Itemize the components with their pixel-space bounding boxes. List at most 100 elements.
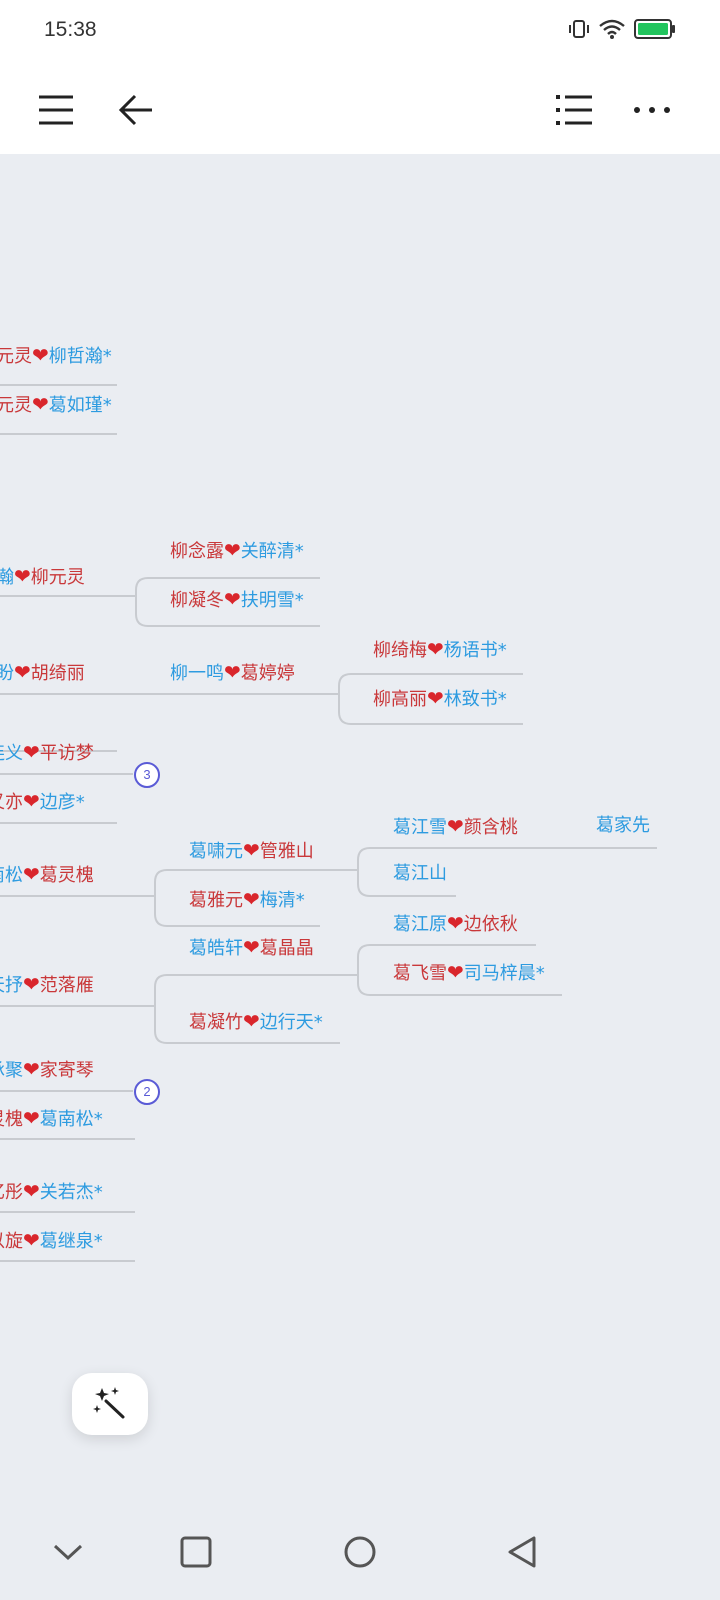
node-name-spouse: 边依秋 xyxy=(463,914,518,935)
node-name-spouse: 梅清* xyxy=(259,890,305,911)
outline-list-icon[interactable] xyxy=(546,82,602,138)
heart-icon: ❤ xyxy=(447,960,464,984)
mind-map-node[interactable]: 柳一鸣❤葛婷婷 xyxy=(170,660,295,686)
node-name-spouse: 家寄琴 xyxy=(39,1060,94,1081)
mind-map-node[interactable]: 哲盼❤胡绮丽 xyxy=(0,660,85,686)
heart-icon: ❤ xyxy=(23,972,40,996)
heart-icon: ❤ xyxy=(427,637,444,661)
node-name-primary: 葛江山 xyxy=(393,863,447,884)
mind-map-node[interactable]: 葛连义❤平访梦 xyxy=(0,740,94,766)
mind-map-node[interactable]: 葛雅元❤梅清* xyxy=(189,887,305,913)
heart-icon: ❤ xyxy=(224,538,241,562)
mind-map-node[interactable]: 柳凝冬❤扶明雪* xyxy=(170,587,304,613)
node-name-primary: 葛雅元 xyxy=(189,890,243,911)
magic-wand-icon xyxy=(93,1385,127,1423)
node-name-primary: 葛江原 xyxy=(393,914,447,935)
node-name-primary: 葛南松 xyxy=(0,865,23,886)
mind-map-node[interactable]: 葛天抒❤范落雁 xyxy=(0,972,94,998)
node-name-primary: 葛忆彤 xyxy=(0,1182,23,1203)
mind-map-node[interactable]: 哲瀚❤柳元灵 xyxy=(0,564,85,590)
heart-icon: ❤ xyxy=(447,911,464,935)
mind-map-node[interactable]: 葛又亦❤边彦* xyxy=(0,789,85,815)
node-name-spouse: 葛晶晶 xyxy=(259,938,314,959)
collapse-chevron-icon[interactable] xyxy=(44,1528,92,1576)
node-name-primary: 柳绮梅 xyxy=(373,640,427,661)
node-name-primary: 葛连义 xyxy=(0,743,23,764)
mind-map-canvas[interactable]: 元灵❤柳哲瀚* 元灵❤葛如瑾* 哲瀚❤柳元灵 柳念露❤关醉清* 柳凝冬❤扶明雪*… xyxy=(0,154,720,1502)
node-name-spouse: 平访梦 xyxy=(39,743,94,764)
mind-map-node[interactable]: 葛啸元❤管雅山 xyxy=(189,838,314,864)
node-name-primary: 柳一鸣 xyxy=(170,663,224,684)
heart-icon: ❤ xyxy=(14,660,31,684)
heart-icon: ❤ xyxy=(23,740,40,764)
node-name-spouse: 胡绮丽 xyxy=(30,663,85,684)
node-name-primary: 柳念露 xyxy=(170,541,224,562)
node-name-spouse: 葛南松* xyxy=(39,1109,103,1130)
mind-map-node[interactable]: 元灵❤葛如瑾* xyxy=(0,392,112,418)
node-name-spouse: 边行天* xyxy=(259,1012,323,1033)
battery-icon xyxy=(634,18,676,44)
mind-map-node[interactable]: 葛忆彤❤关若杰* xyxy=(0,1179,103,1205)
mind-map-node[interactable]: 葛皓轩❤葛晶晶 xyxy=(189,935,314,961)
node-name-primary: 葛灵槐 xyxy=(0,1109,23,1130)
mind-map-node[interactable]: 元灵❤柳哲瀚* xyxy=(0,343,112,369)
node-name-spouse: 柳元灵 xyxy=(30,567,85,588)
more-options-icon[interactable] xyxy=(624,82,680,138)
node-name-primary: 哲盼 xyxy=(0,663,14,684)
heart-icon: ❤ xyxy=(23,1106,40,1130)
node-name-spouse: 柳哲瀚* xyxy=(48,346,112,367)
back-arrow-icon[interactable] xyxy=(108,82,164,138)
mind-map-node[interactable]: 葛承聚❤家寄琴 xyxy=(0,1057,94,1083)
node-name-primary: 元灵 xyxy=(0,346,32,367)
node-name-spouse: 扶明雪* xyxy=(240,590,304,611)
mind-map-node[interactable]: 柳念露❤关醉清* xyxy=(170,538,304,564)
heart-icon: ❤ xyxy=(32,392,49,416)
heart-icon: ❤ xyxy=(23,1228,40,1252)
system-nav-bar xyxy=(0,1502,720,1600)
status-icons xyxy=(568,18,676,44)
heart-icon: ❤ xyxy=(23,1057,40,1081)
node-name-spouse: 范落雁 xyxy=(39,975,94,996)
mind-map-node[interactable]: 葛江山 xyxy=(393,862,447,886)
recents-square-icon[interactable] xyxy=(172,1528,220,1576)
magic-wand-button[interactable] xyxy=(72,1373,148,1435)
node-name-spouse: 葛继泉* xyxy=(39,1231,103,1252)
node-name-primary: 葛皓轩 xyxy=(189,938,243,959)
mind-map-node[interactable]: 葛凝竹❤边行天* xyxy=(189,1009,323,1035)
mind-map-node[interactable]: 葛以旋❤葛继泉* xyxy=(0,1228,103,1254)
mind-map-node[interactable]: 葛灵槐❤葛南松* xyxy=(0,1106,103,1132)
status-bar: 15:38 xyxy=(0,0,720,64)
mind-map-node[interactable]: 葛江雪❤颜含桃 xyxy=(393,814,518,840)
heart-icon: ❤ xyxy=(224,587,241,611)
heart-icon: ❤ xyxy=(243,1009,260,1033)
mind-map-node[interactable]: 葛飞雪❤司马梓晨* xyxy=(393,960,545,986)
home-circle-icon[interactable] xyxy=(336,1528,384,1576)
status-time: 15:38 xyxy=(44,18,97,41)
mind-map-node[interactable]: 柳高丽❤林致书* xyxy=(373,686,507,712)
menu-icon[interactable] xyxy=(28,82,84,138)
back-triangle-icon[interactable] xyxy=(498,1528,546,1576)
node-name-spouse: 杨语书* xyxy=(443,640,507,661)
heart-icon: ❤ xyxy=(243,887,260,911)
collapsed-children-badge[interactable]: 2 xyxy=(134,1079,160,1105)
heart-icon: ❤ xyxy=(23,789,40,813)
node-name-spouse: 关若杰* xyxy=(39,1182,103,1203)
heart-icon: ❤ xyxy=(224,660,241,684)
mind-map-node[interactable]: 柳绮梅❤杨语书* xyxy=(373,637,507,663)
mind-map-node[interactable]: 葛江原❤边依秋 xyxy=(393,911,518,937)
toolbar xyxy=(0,64,720,154)
node-name-primary: 葛啸元 xyxy=(189,841,243,862)
heart-icon: ❤ xyxy=(427,686,444,710)
node-name-spouse: 葛如瑾* xyxy=(48,395,112,416)
mind-map-node[interactable]: 葛家先 xyxy=(596,814,650,838)
node-name-primary: 葛以旋 xyxy=(0,1231,23,1252)
mind-map-node[interactable]: 葛南松❤葛灵槐 xyxy=(0,862,94,888)
wifi-icon xyxy=(598,18,626,44)
node-name-primary: 哲瀚 xyxy=(0,567,14,588)
vibrate-icon xyxy=(568,18,590,44)
node-name-spouse: 司马梓晨* xyxy=(463,963,545,984)
node-name-primary: 柳凝冬 xyxy=(170,590,224,611)
heart-icon: ❤ xyxy=(243,935,260,959)
node-name-spouse: 葛灵槐 xyxy=(39,865,94,886)
collapsed-children-badge[interactable]: 3 xyxy=(134,762,160,788)
